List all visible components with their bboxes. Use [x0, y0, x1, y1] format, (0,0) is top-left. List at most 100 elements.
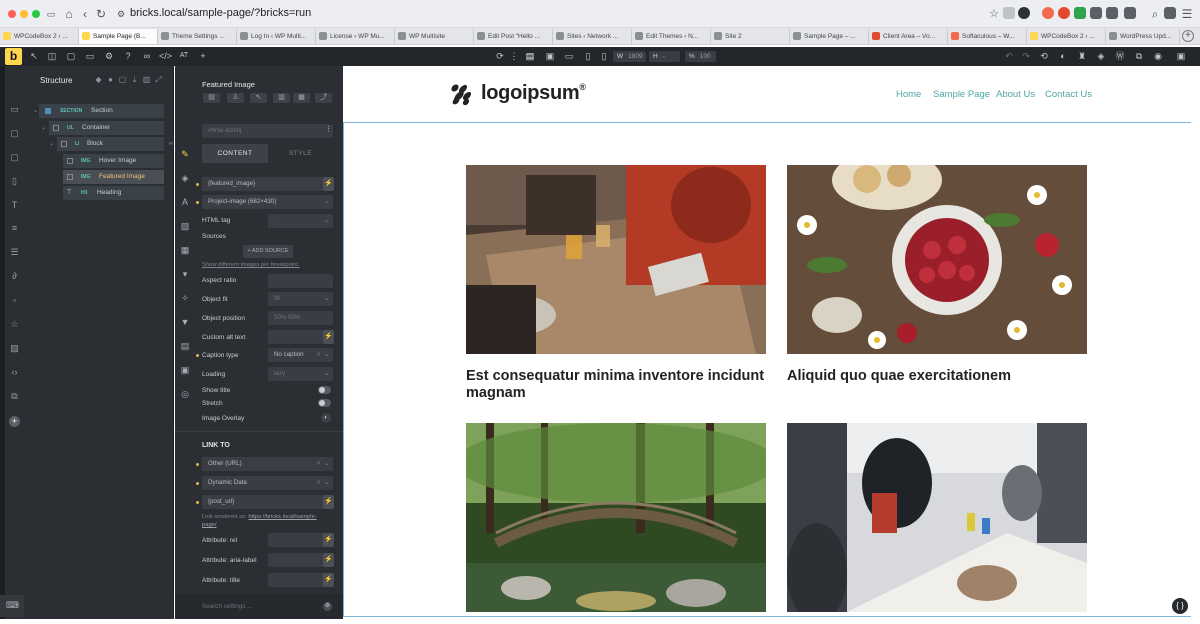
- database-icon[interactable]: ◎: [179, 388, 191, 400]
- tree-node-section[interactable]: ⌄ SECTION Section: [33, 104, 164, 118]
- button-icon[interactable]: ▫: [9, 295, 20, 306]
- templates-icon[interactable]: ◫: [46, 50, 58, 62]
- clear-icon[interactable]: ✕: [316, 348, 321, 362]
- trash-icon[interactable]: ▥: [142, 75, 151, 84]
- clipboard-icon[interactable]: ▢: [118, 75, 127, 84]
- browser-tab[interactable]: WordPress Upd...: [1106, 29, 1180, 44]
- reload-icon[interactable]: ↻: [94, 7, 108, 21]
- code-icon[interactable]: ‹›: [9, 367, 20, 378]
- magic-icon[interactable]: ✧: [179, 292, 191, 304]
- profile-icon[interactable]: [1018, 7, 1030, 19]
- help-icon[interactable]: ?: [122, 50, 134, 62]
- tree-node-hover-image[interactable]: IMG Hover Image: [63, 154, 164, 168]
- folder-icon[interactable]: ▭: [84, 50, 96, 62]
- tag-icon[interactable]: ◆: [94, 75, 103, 84]
- nav-link-about-us[interactable]: About Us: [996, 89, 1035, 100]
- add-element-icon[interactable]: +: [197, 50, 209, 62]
- featured-image-bridge[interactable]: [466, 423, 766, 612]
- card-title-2[interactable]: Aliquid quo quae exercitationem: [787, 368, 1087, 385]
- site-info-icon[interactable]: ⚙: [114, 7, 128, 21]
- link-type-select[interactable]: Other (URL) ✕ ⌄: [202, 457, 333, 471]
- block-icon[interactable]: ▢: [9, 152, 20, 163]
- bookmark-star-icon[interactable]: ☆: [987, 7, 1001, 21]
- extension-icon[interactable]: [1042, 7, 1054, 19]
- lock-icon[interactable]: ♙: [227, 93, 244, 103]
- move-up-icon[interactable]: ⤴: [315, 93, 332, 103]
- pages-icon[interactable]: ▢: [65, 50, 77, 62]
- code-icon[interactable]: </>: [159, 50, 172, 62]
- laptop-breakpoint-icon[interactable]: ▣: [544, 50, 556, 62]
- tree-node-featured-image[interactable]: IMG Featured Image: [63, 170, 164, 184]
- attr-rel-input[interactable]: ⚡: [268, 533, 334, 547]
- tab-style[interactable]: STYLE: [268, 144, 333, 163]
- filter-icon[interactable]: ▼: [179, 316, 191, 328]
- tree-node-container[interactable]: ⌄ UL Container: [41, 121, 164, 135]
- dynamic-data-icon[interactable]: ⚡: [323, 177, 334, 191]
- cursor-icon[interactable]: ↖: [250, 93, 267, 103]
- browser-tab-active[interactable]: Sample Page (B...: [79, 29, 158, 44]
- maximize-window-button[interactable]: [32, 10, 40, 18]
- search-icon[interactable]: ⌕: [1148, 7, 1162, 21]
- bricks-logo[interactable]: b: [5, 48, 22, 65]
- clear-icon[interactable]: ✕: [316, 476, 321, 490]
- image-size-select[interactable]: Project-image (682×430) ⌄: [202, 195, 333, 209]
- new-tab-button[interactable]: +: [1182, 30, 1194, 42]
- save-icon[interactable]: ▣: [1175, 50, 1187, 62]
- dynamic-data-icon[interactable]: ⚡: [323, 330, 334, 344]
- browser-tab[interactable]: Theme Settings ...: [158, 29, 237, 44]
- tablet-portrait-icon[interactable]: ▯: [582, 50, 594, 62]
- duplicate-icon[interactable]: ▦: [293, 93, 310, 103]
- custom-alt-input[interactable]: ⚡: [268, 330, 334, 344]
- tablet-landscape-icon[interactable]: ▭: [563, 50, 575, 62]
- download-icon[interactable]: ⤓: [130, 75, 139, 84]
- extensions-puzzle-icon[interactable]: [1124, 7, 1136, 19]
- loading-select[interactable]: lazy ⌄: [268, 367, 333, 381]
- card-title-1[interactable]: Est consequatur minima inventore incidun…: [466, 368, 766, 402]
- expand-icon[interactable]: ⤢: [154, 75, 163, 84]
- tab-content[interactable]: CONTENT: [202, 144, 268, 163]
- redo-icon[interactable]: ↷: [1020, 50, 1032, 62]
- search-settings-icon[interactable]: ⚙: [323, 602, 332, 611]
- dynamic-data-icon[interactable]: ⚡: [323, 573, 334, 587]
- chevron-down-icon[interactable]: ⌄: [49, 137, 54, 151]
- browser-tab[interactable]: Client Area – Vo...: [869, 29, 948, 44]
- wordpress-icon[interactable]: Ⓦ: [1114, 50, 1126, 62]
- logoipsum-mark-icon[interactable]: [449, 82, 473, 106]
- rich-text-icon[interactable]: ≡: [9, 223, 20, 234]
- close-window-button[interactable]: [8, 10, 16, 18]
- aspect-ratio-input[interactable]: [268, 274, 333, 288]
- sidebar-toggle-icon[interactable]: ▭: [44, 7, 58, 21]
- list-icon[interactable]: ☰: [9, 247, 20, 258]
- zoom-input[interactable]: % 100: [685, 51, 716, 62]
- code-braces-button[interactable]: { }: [1172, 598, 1188, 614]
- object-position-input[interactable]: 50% 50%: [268, 311, 333, 325]
- link-icon[interactable]: ∂: [9, 271, 20, 282]
- dynamic-data-icon[interactable]: ⚡: [323, 553, 334, 567]
- home-icon[interactable]: ⌂: [62, 7, 76, 21]
- nav-link-sample-page[interactable]: Sample Page: [933, 89, 990, 100]
- chevron-down-icon[interactable]: ⌄: [41, 121, 46, 135]
- attr-aria-input[interactable]: ⚡: [268, 553, 334, 567]
- add-icon[interactable]: +: [9, 416, 20, 427]
- browser-tab[interactable]: Softaculous – W...: [948, 29, 1027, 44]
- browser-tab[interactable]: Site 2: [711, 29, 790, 44]
- more-options-icon[interactable]: ⋮: [325, 125, 332, 133]
- extension-icon[interactable]: [1003, 7, 1015, 19]
- pointer-icon[interactable]: ↖: [28, 50, 40, 62]
- layers-icon[interactable]: ◈: [179, 172, 191, 184]
- caption-type-select[interactable]: No caption ✕ ⌄: [268, 348, 333, 362]
- dynamic-data-icon[interactable]: ⚡: [323, 495, 334, 509]
- link-dynamic-select[interactable]: Dynamic Data ✕ ⌄: [202, 476, 333, 490]
- attributes-icon[interactable]: ▤: [179, 340, 191, 352]
- settings-gear-icon[interactable]: ⚙: [103, 50, 115, 62]
- theme-styles-icon[interactable]: ◐: [1057, 50, 1069, 62]
- link-url-field[interactable]: {post_url} ⚡: [202, 495, 334, 509]
- back-icon[interactable]: ‹: [78, 7, 92, 21]
- desktop-breakpoint-icon[interactable]: ▤: [524, 50, 536, 62]
- site-logo-text[interactable]: logoipsum®: [481, 82, 586, 105]
- featured-image-workshop[interactable]: [787, 423, 1087, 612]
- tree-node-heading[interactable]: T H3 Heading: [63, 186, 164, 200]
- external-link-icon[interactable]: ⧉: [1133, 50, 1145, 62]
- mobile-icon[interactable]: ▯: [598, 50, 610, 62]
- browser-tab[interactable]: WP Multisite: [395, 29, 474, 44]
